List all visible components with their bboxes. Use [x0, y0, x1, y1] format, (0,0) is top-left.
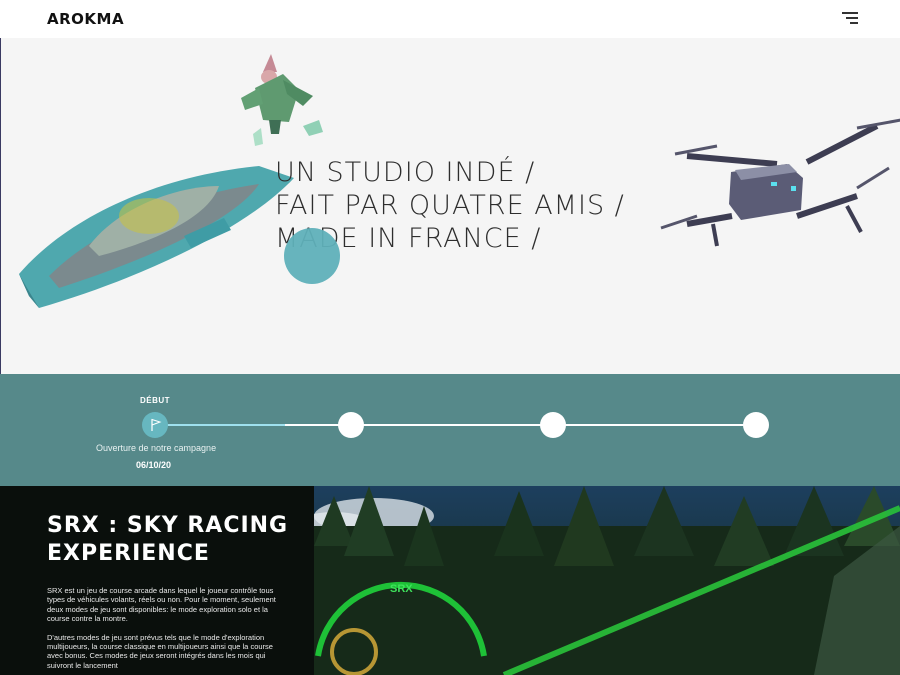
hero-section: UN STUDIO INDÉ / FAIT PAR QUATRE AMIS / …: [0, 38, 900, 374]
decorative-circle: [284, 228, 340, 284]
hamburger-menu-icon[interactable]: [840, 11, 858, 25]
forest-race-scene-illustration: SRX: [294, 486, 900, 675]
game-description: SRX est un jeu de course arcade dans leq…: [47, 586, 283, 675]
timeline-start-label: DÉBUT: [140, 396, 171, 405]
timeline-milestone-description: Ouverture de notre campagne: [96, 443, 217, 453]
gnome-character-illustration: [241, 54, 323, 146]
timeline-node-3[interactable]: [540, 412, 566, 438]
timeline-node-4[interactable]: [743, 412, 769, 438]
game-title: SRX : SKY RACING EXPERIENCE: [47, 512, 288, 568]
game-paragraph-1: SRX est un jeu de course arcade dans leq…: [47, 586, 276, 624]
flying-saucer-illustration: [19, 166, 294, 308]
brand-logo[interactable]: AROKMA: [47, 10, 124, 28]
game-paragraph-2: D'autres modes de jeu sont prévus tels q…: [47, 632, 273, 670]
game-section: SRX SRX : SKY RACING EXPERIENCE SRX est …: [0, 486, 900, 675]
game-title-line-1: SRX : SKY RACING: [47, 513, 289, 538]
srx-hud-logo: SRX: [390, 583, 413, 595]
timeline-progress: [155, 424, 285, 426]
top-header: AROKMA: [0, 0, 900, 39]
game-title-line-2: EXPERIENCE: [47, 541, 210, 566]
game-screenshot: SRX: [294, 486, 900, 675]
game-info-panel: SRX : SKY RACING EXPERIENCE SRX est un j…: [0, 486, 314, 675]
flag-icon: [151, 418, 162, 431]
campaign-timeline: DÉBUT Ouverture de notre campagne 06/10/…: [0, 374, 900, 486]
tagline-line-1: UN STUDIO INDÉ /: [275, 157, 536, 188]
tagline-line-2: FAIT PAR QUATRE AMIS /: [275, 190, 625, 221]
timeline-milestone-date: 06/10/20: [136, 460, 172, 470]
drone-illustration: [660, 118, 900, 247]
timeline-node-start[interactable]: [142, 412, 168, 438]
timeline-node-2[interactable]: [338, 412, 364, 438]
